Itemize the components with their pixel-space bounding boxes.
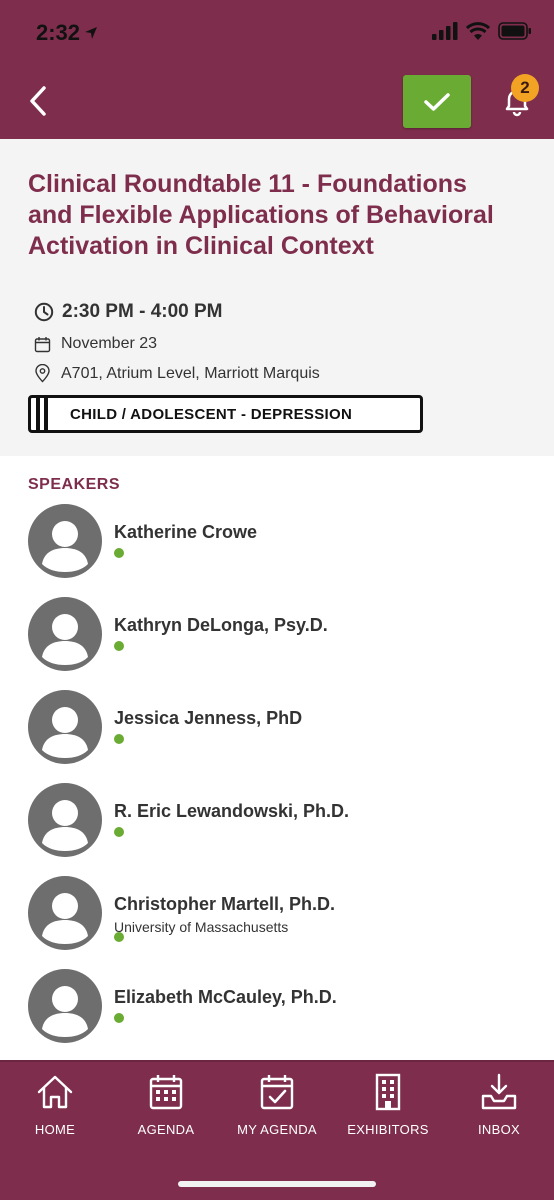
tab-my-agenda[interactable]: MY AGENDA xyxy=(234,1072,320,1156)
speaker-organization: University of Massachusetts xyxy=(114,919,289,935)
session-track-label: CHILD / ADOLESCENT - DEPRESSION xyxy=(70,405,353,423)
session-time-row: 2:30 PM - 4:00 PM xyxy=(34,301,223,323)
speakers-heading: SPEAKERS xyxy=(28,476,121,493)
tag-color-bars xyxy=(36,398,62,430)
speaker-row[interactable]: R. Eric Lewandowski, Ph.D. xyxy=(28,783,528,859)
tab-inbox[interactable]: INBOX xyxy=(472,1072,526,1156)
add-to-agenda-button[interactable] xyxy=(403,75,471,128)
session-title: Clinical Roundtable 11 - Foundations and… xyxy=(28,170,494,260)
home-icon xyxy=(37,1075,73,1109)
avatar-placeholder-icon xyxy=(42,893,88,944)
speaker-online-indicator xyxy=(114,827,124,837)
speaker-row[interactable]: Kathryn DeLonga, Psy.D. xyxy=(28,597,528,673)
speaker-name: Jessica Jenness, PhD xyxy=(114,708,303,728)
status-indicators xyxy=(432,22,532,40)
notification-badge: 2 xyxy=(511,74,539,102)
speaker-row[interactable]: Elizabeth McCauley, Ph.D. xyxy=(28,969,528,1045)
session-header: Clinical Roundtable 11 - Foundations and… xyxy=(0,139,554,456)
clock-icon xyxy=(34,302,54,322)
avatar-placeholder-icon xyxy=(42,800,88,851)
battery-icon xyxy=(498,22,531,40)
home-indicator xyxy=(178,1181,376,1187)
status-time-text: 2:32 xyxy=(36,20,81,45)
speaker-avatar xyxy=(28,504,102,578)
calendar-check-icon xyxy=(260,1075,294,1110)
speaker-avatar xyxy=(28,783,102,857)
bottom-tab-bar: HOME AGENDA MY AGENDA EXHIBITORS INBOX xyxy=(0,1060,554,1200)
speaker-avatar xyxy=(28,876,102,950)
speaker-name: R. Eric Lewandowski, Ph.D. xyxy=(114,801,350,821)
tab-exhibitors[interactable]: EXHIBITORS xyxy=(342,1072,434,1156)
session-date: November 23 xyxy=(61,335,158,352)
session-time: 2:30 PM - 4:00 PM xyxy=(62,301,223,322)
speaker-avatar xyxy=(28,690,102,764)
speaker-name: Kathryn DeLonga, Psy.D. xyxy=(114,615,328,635)
tab-exhibitors-label: EXHIBITORS xyxy=(347,1122,429,1137)
inbox-icon xyxy=(481,1073,517,1110)
speaker-row[interactable]: Jessica Jenness, PhD xyxy=(28,690,528,766)
avatar-placeholder-icon xyxy=(42,986,88,1037)
speaker-online-indicator xyxy=(114,1013,124,1023)
speaker-avatar xyxy=(28,969,102,1043)
avatar-placeholder-icon xyxy=(42,521,88,572)
tab-my-agenda-label: MY AGENDA xyxy=(237,1122,317,1137)
location-pin-icon xyxy=(35,364,50,383)
calendar-icon xyxy=(149,1075,183,1110)
speaker-row[interactable]: Katherine Crowe xyxy=(28,504,528,580)
speaker-name: Christopher Martell, Ph.D. xyxy=(114,894,336,914)
checkmark-icon xyxy=(424,92,450,111)
session-location: A701, Atrium Level, Marriott Marquis xyxy=(61,364,320,382)
status-bar-time: 2:32 xyxy=(36,20,98,46)
tab-inbox-label: INBOX xyxy=(478,1122,520,1137)
tab-agenda[interactable]: AGENDA xyxy=(136,1072,196,1156)
speaker-row[interactable]: Christopher Martell, Ph.D. University of … xyxy=(28,876,528,952)
location-arrow-icon xyxy=(85,27,98,39)
avatar-placeholder-icon xyxy=(42,707,88,758)
avatar-placeholder-icon xyxy=(42,614,88,665)
back-button[interactable] xyxy=(26,84,50,118)
speaker-name: Elizabeth McCauley, Ph.D. xyxy=(114,987,337,1007)
speaker-name: Katherine Crowe xyxy=(114,522,258,542)
tab-home-label: HOME xyxy=(34,1122,76,1137)
speaker-online-indicator xyxy=(114,932,124,942)
speaker-online-indicator xyxy=(114,548,124,558)
calendar-icon xyxy=(34,336,51,352)
wifi-icon xyxy=(466,22,490,40)
building-icon xyxy=(375,1073,401,1111)
session-date-row: November 23 xyxy=(34,335,157,353)
cellular-signal-icon xyxy=(432,22,458,40)
speaker-online-indicator xyxy=(114,641,124,651)
speaker-online-indicator xyxy=(114,734,124,744)
tab-home[interactable]: HOME xyxy=(30,1072,80,1156)
top-nav-bar: 2:32 2 xyxy=(0,0,554,139)
session-location-row: A701, Atrium Level, Marriott Marquis xyxy=(34,364,320,383)
session-track-tag[interactable]: CHILD / ADOLESCENT - DEPRESSION xyxy=(28,395,423,433)
chevron-left-icon xyxy=(30,86,46,116)
tab-agenda-label: AGENDA xyxy=(137,1122,195,1137)
speaker-avatar xyxy=(28,597,102,671)
